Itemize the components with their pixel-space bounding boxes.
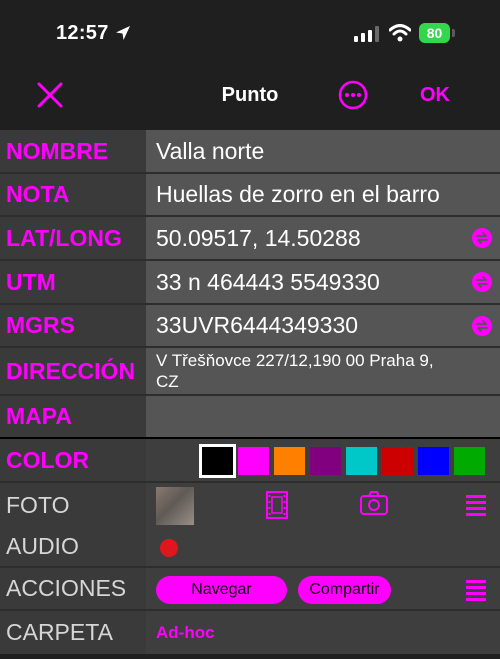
direccion-field[interactable]: V Třešňovce 227/12,190 00 Praha 9, CZ <box>146 348 500 394</box>
color-swatch[interactable] <box>199 444 236 478</box>
color-label: COLOR <box>0 439 146 481</box>
nombre-field[interactable]: Valla norte <box>146 130 500 172</box>
foto-field <box>146 483 500 527</box>
ok-button[interactable]: OK <box>420 84 450 107</box>
row-color: COLOR <box>0 439 500 483</box>
row-nombre: NOMBRE Valla norte <box>0 130 500 174</box>
latlong-label: LAT/LONG <box>0 217 146 259</box>
color-swatch[interactable] <box>238 447 269 475</box>
color-swatch[interactable] <box>418 447 449 475</box>
nota-label: NOTA <box>0 174 146 215</box>
row-carpeta: CARPETA Ad-hoc <box>0 611 500 654</box>
row-mapa: MAPA <box>0 396 500 439</box>
menu-icon[interactable] <box>466 579 486 601</box>
row-acciones: ACCIONES Navegar Compartir <box>0 568 500 611</box>
record-icon[interactable] <box>160 539 178 557</box>
acciones-label: ACCIONES <box>0 568 146 609</box>
color-swatch[interactable] <box>382 447 413 475</box>
color-swatch[interactable] <box>274 447 305 475</box>
page-title: Punto <box>221 84 279 106</box>
row-nota: NOTA Huellas de zorro en el barro <box>0 174 500 217</box>
row-latlong: LAT/LONG 50.09517, 14.50288 <box>0 217 500 261</box>
camera-icon[interactable] <box>360 491 388 515</box>
compartir-button[interactable]: Compartir <box>298 576 391 604</box>
color-swatch[interactable] <box>310 447 341 475</box>
signal-icon <box>354 26 379 42</box>
battery-icon: 80 <box>419 23 456 43</box>
status-time: 12:57 <box>56 22 109 44</box>
photo-thumbnail[interactable] <box>156 487 194 525</box>
color-swatch[interactable] <box>454 447 485 475</box>
carpeta-label: CARPETA <box>0 611 146 654</box>
utm-label: UTM <box>0 261 146 303</box>
mgrs-label: MGRS <box>0 305 146 346</box>
navegar-button[interactable]: Navegar <box>156 576 287 604</box>
film-icon[interactable] <box>266 491 288 519</box>
nota-field[interactable]: Huellas de zorro en el barro <box>146 174 500 215</box>
menu-icon[interactable] <box>466 494 486 516</box>
utm-value: 33 n 464443 5549330 <box>156 268 380 295</box>
row-direccion: DIRECCIÓN V Třešňovce 227/12,190 00 Prah… <box>0 348 500 396</box>
carpeta-value: Ad-hoc <box>156 622 215 642</box>
audio-field <box>146 527 500 566</box>
status-bar: 12:57 80 <box>0 0 500 68</box>
swap-icon[interactable] <box>472 272 492 292</box>
swap-icon[interactable] <box>472 315 492 336</box>
close-icon[interactable] <box>35 80 65 110</box>
wifi-icon <box>389 24 411 42</box>
swap-icon[interactable] <box>472 228 492 248</box>
more-icon[interactable] <box>338 80 368 110</box>
row-audio: AUDIO <box>0 527 500 568</box>
color-swatch[interactable] <box>346 447 377 475</box>
location-arrow-icon <box>116 26 130 40</box>
row-mgrs: MGRS 33UVR6444349330 <box>0 305 500 348</box>
latlong-field[interactable]: 50.09517, 14.50288 <box>146 217 500 259</box>
row-foto: FOTO <box>0 483 500 527</box>
foto-label: FOTO <box>0 483 146 527</box>
acciones-field: Navegar Compartir <box>146 568 500 609</box>
mapa-label: MAPA <box>0 396 146 437</box>
map-area[interactable] <box>146 396 500 437</box>
mgrs-value: 33UVR6444349330 <box>156 312 359 338</box>
latlong-value: 50.09517, 14.50288 <box>156 224 361 251</box>
nombre-label: NOMBRE <box>0 130 146 172</box>
audio-label: AUDIO <box>0 527 146 566</box>
utm-field[interactable]: 33 n 464443 5549330 <box>146 261 500 303</box>
color-picker <box>146 439 500 481</box>
direccion-label: DIRECCIÓN <box>0 348 146 394</box>
row-utm: UTM 33 n 464443 5549330 <box>0 261 500 305</box>
mgrs-field[interactable]: 33UVR6444349330 <box>146 305 500 346</box>
carpeta-field[interactable]: Ad-hoc <box>146 611 500 654</box>
battery-level: 80 <box>419 23 450 43</box>
